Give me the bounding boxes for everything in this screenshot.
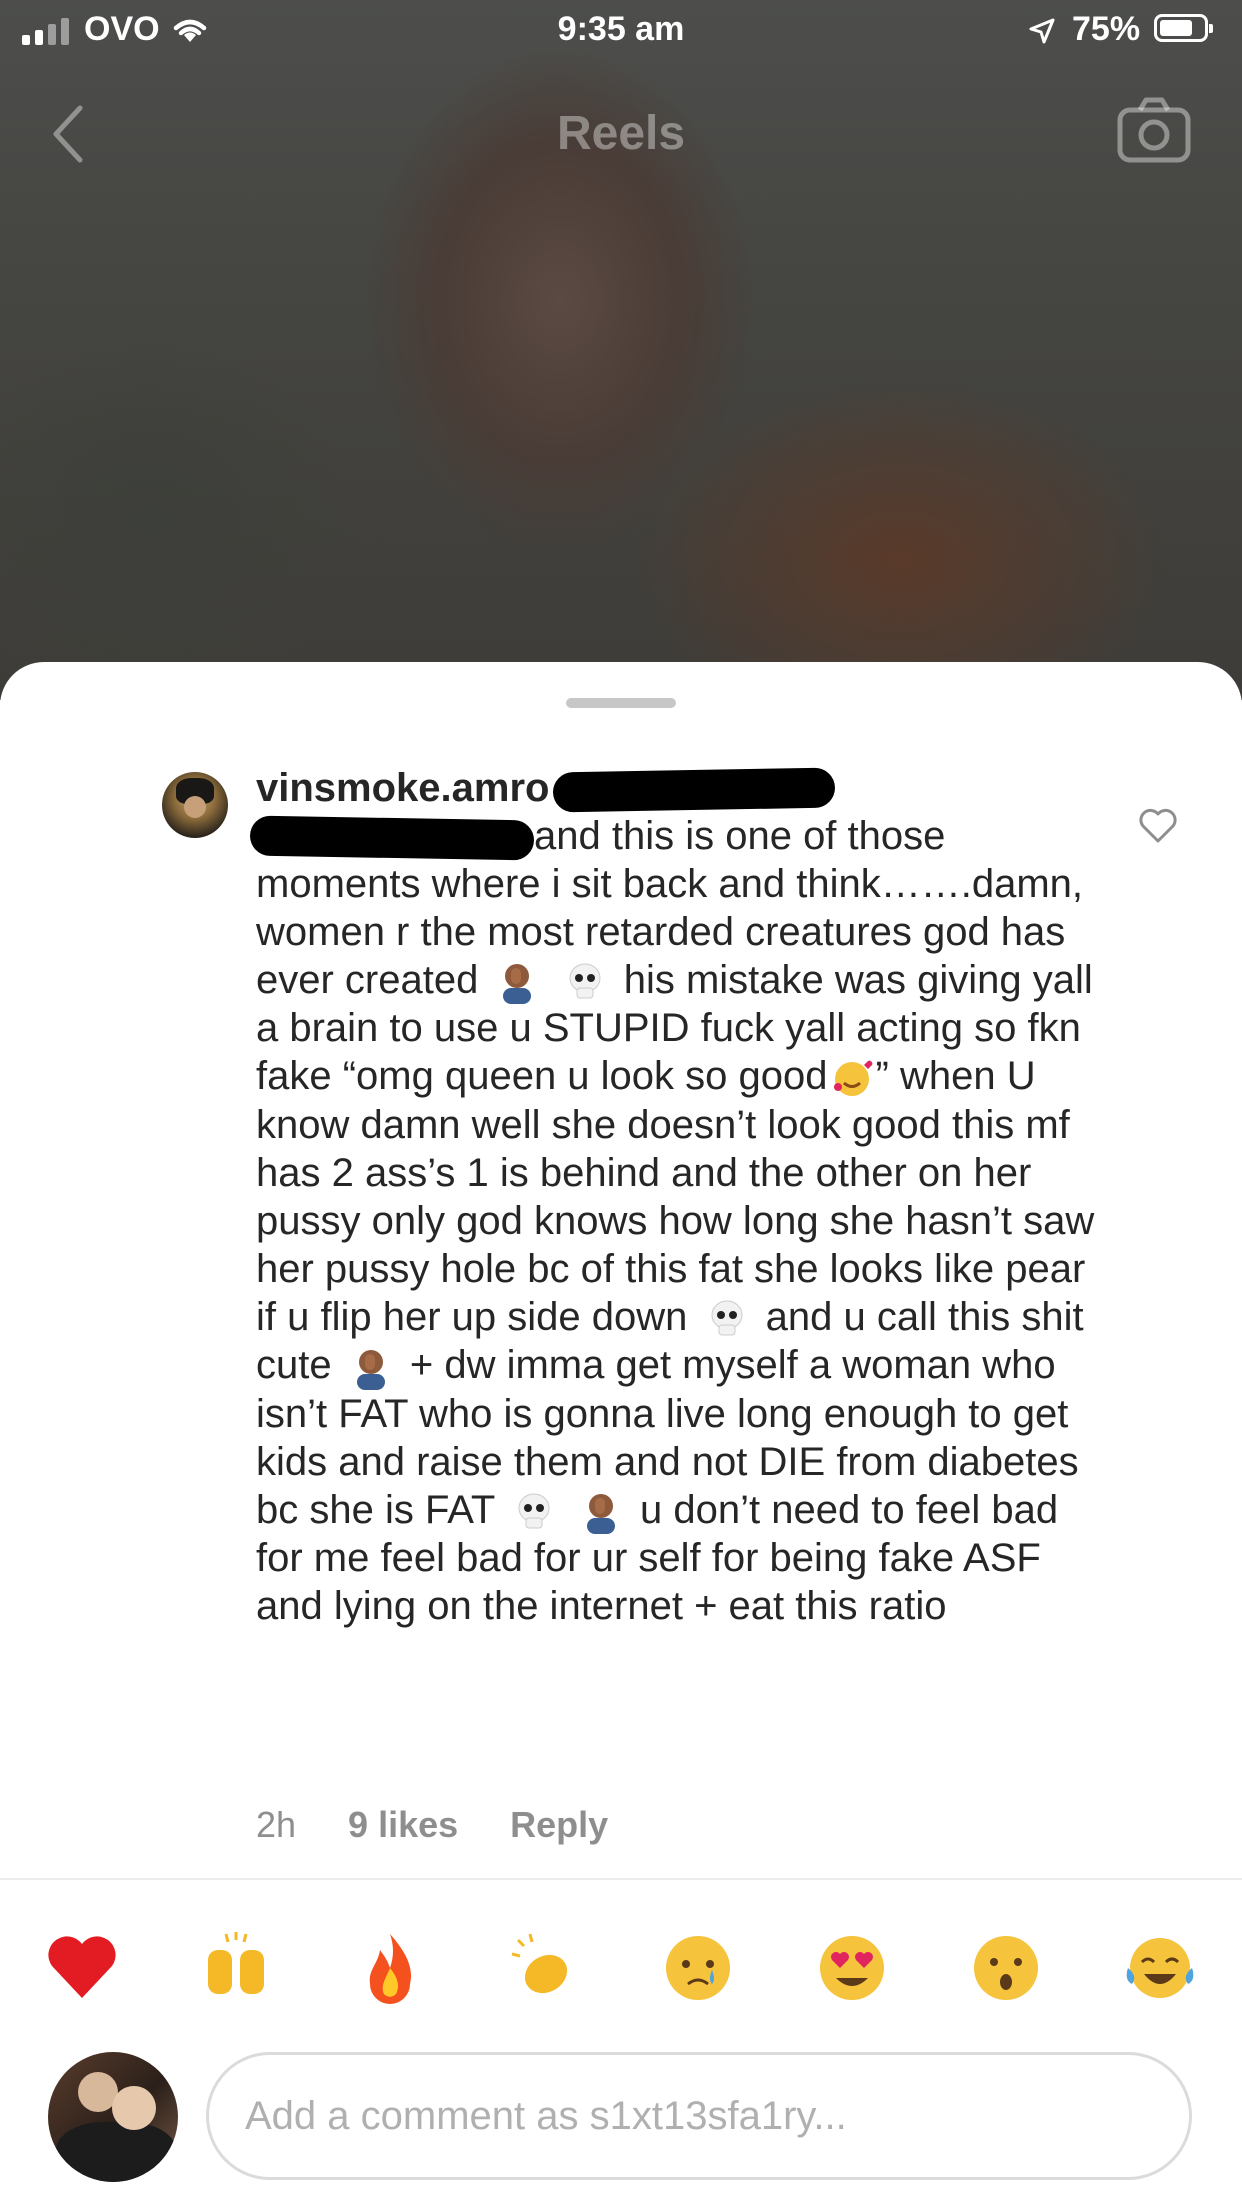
redaction-mark bbox=[553, 767, 836, 813]
crying-face-emoji-icon[interactable] bbox=[658, 1928, 738, 2008]
redaction-mark bbox=[249, 815, 535, 861]
comments-sheet: vinsmoke.amro and this is one of those m… bbox=[0, 662, 1242, 2208]
commenter-avatar[interactable] bbox=[162, 772, 228, 838]
like-heart-icon[interactable] bbox=[1138, 808, 1178, 849]
facepalm-emoji-icon bbox=[356, 1349, 385, 1390]
comment-likes[interactable]: 9 likes bbox=[348, 1804, 458, 1845]
clapping-hands-emoji-icon[interactable] bbox=[504, 1928, 584, 2008]
skull-emoji-icon bbox=[711, 1300, 742, 1336]
reply-button[interactable]: Reply bbox=[510, 1804, 608, 1845]
battery-percent: 75% bbox=[1072, 10, 1141, 48]
tears-of-joy-emoji-icon[interactable] bbox=[1120, 1928, 1200, 2008]
surprised-face-emoji-icon[interactable] bbox=[966, 1928, 1046, 2008]
status-bar: OVO 9:35 am 75% bbox=[0, 0, 1242, 62]
heart-eyes-emoji-icon[interactable] bbox=[812, 1928, 892, 2008]
divider bbox=[0, 1878, 1242, 1880]
sheet-grabber[interactable] bbox=[566, 698, 676, 708]
skull-emoji-icon bbox=[518, 1493, 550, 1529]
comment-timestamp: 2h bbox=[256, 1804, 297, 1845]
facepalm-emoji-icon bbox=[586, 1494, 615, 1535]
skull-emoji-icon bbox=[569, 963, 601, 999]
page-title: Reels bbox=[556, 107, 686, 160]
comment-username[interactable]: vinsmoke.amro bbox=[256, 766, 549, 810]
battery-icon bbox=[1154, 14, 1213, 42]
fire-emoji-icon[interactable] bbox=[350, 1928, 430, 2008]
add-comment-input[interactable] bbox=[206, 2052, 1192, 2180]
raised-hands-emoji-icon[interactable] bbox=[196, 1928, 276, 2008]
smiling-face-with-hearts-emoji-icon bbox=[833, 1060, 872, 1096]
quick-reactions-bar bbox=[0, 1928, 1242, 2018]
comment-text: vinsmoke.amro and this is one of those m… bbox=[249, 764, 1106, 1630]
location-arrow-icon bbox=[1028, 15, 1056, 54]
heart-emoji-icon[interactable] bbox=[42, 1928, 122, 2008]
camera-icon[interactable] bbox=[1116, 94, 1192, 171]
current-user-avatar bbox=[48, 2052, 178, 2182]
facepalm-emoji-icon bbox=[503, 964, 532, 1005]
top-nav-bar: Reels bbox=[0, 80, 1242, 190]
comment-meta: 2h 9 likes Reply bbox=[256, 1804, 660, 1846]
